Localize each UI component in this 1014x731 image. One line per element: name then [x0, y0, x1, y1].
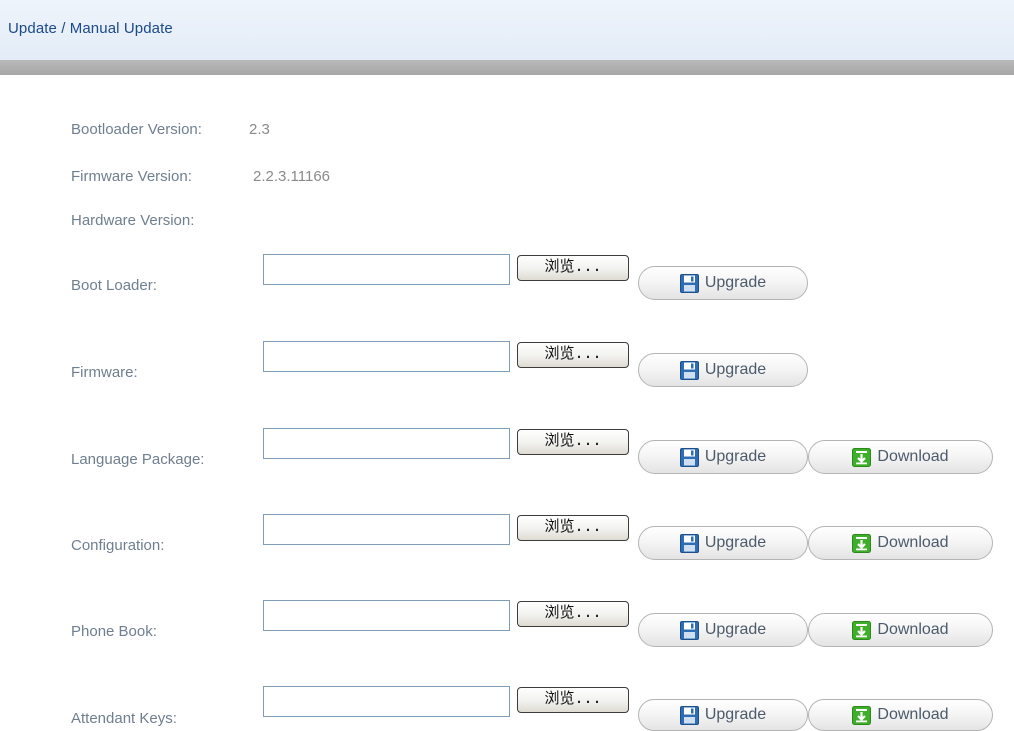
boot-loader-file-field[interactable] [263, 254, 510, 285]
configuration-browse-button[interactable]: 浏览... [517, 515, 629, 541]
page-header: Update / Manual Update [0, 0, 1014, 60]
download-label: Download [877, 621, 949, 638]
configuration-upgrade-button[interactable]: Upgrade [638, 526, 808, 560]
phone-book-browse-button[interactable]: 浏览... [517, 601, 629, 627]
upgrade-label: Upgrade [704, 706, 767, 723]
firmware-version-label: Firmware Version: [71, 168, 192, 185]
floppy-disk-icon [679, 705, 699, 725]
attendant-keys-file-field[interactable] [263, 686, 510, 717]
attendant-keys-upgrade-button[interactable]: Upgrade [638, 699, 808, 731]
floppy-disk-icon [679, 447, 699, 467]
attendant-keys-browse-button[interactable]: 浏览... [517, 687, 629, 713]
firmware-version-value: 2.2.3.11166 [253, 168, 331, 185]
bootloader-version-value: 2.3 [249, 121, 270, 138]
floppy-disk-icon [679, 620, 699, 640]
floppy-disk-icon [679, 360, 699, 380]
floppy-disk-icon [679, 533, 699, 553]
upgrade-label: Upgrade [704, 534, 767, 551]
upgrade-label: Upgrade [704, 361, 767, 378]
row-label: Configuration: [71, 537, 165, 554]
phone-book-upgrade-button[interactable]: Upgrade [638, 613, 808, 647]
row-label: Language Package: [71, 451, 205, 468]
bootloader-version-label: Bootloader Version: [71, 121, 202, 138]
row-label: Firmware: [71, 364, 138, 381]
configuration-download-button[interactable]: Download [808, 526, 993, 560]
download-label: Download [877, 448, 949, 465]
row-label: Phone Book: [71, 623, 157, 640]
phone-book-download-button[interactable]: Download [808, 613, 993, 647]
download-arrow-icon [852, 705, 872, 725]
hardware-version-label: Hardware Version: [71, 212, 195, 229]
phone-book-file-field[interactable] [263, 600, 510, 631]
download-arrow-icon [852, 620, 872, 640]
download-arrow-icon [852, 533, 872, 553]
page-title: Update / Manual Update [8, 20, 173, 37]
download-label: Download [877, 534, 949, 551]
language-package-file-field[interactable] [263, 428, 510, 459]
firmware-upgrade-button[interactable]: Upgrade [638, 353, 808, 387]
upgrade-label: Upgrade [704, 448, 767, 465]
upgrade-label: Upgrade [704, 274, 767, 291]
language-package-upgrade-button[interactable]: Upgrade [638, 440, 808, 474]
language-package-download-button[interactable]: Download [808, 440, 993, 474]
download-label: Download [877, 706, 949, 723]
boot-loader-upgrade-button[interactable]: Upgrade [638, 266, 808, 300]
header-divider-bar [0, 60, 1014, 75]
configuration-file-field[interactable] [263, 514, 510, 545]
firmware-file-field[interactable] [263, 341, 510, 372]
firmware-browse-button[interactable]: 浏览... [517, 342, 629, 368]
download-arrow-icon [852, 447, 872, 467]
boot-loader-browse-button[interactable]: 浏览... [517, 255, 629, 281]
floppy-disk-icon [679, 273, 699, 293]
row-label: Attendant Keys: [71, 710, 177, 727]
manual-update-page: Update / Manual Update Bootloader Versio… [0, 0, 1014, 731]
language-package-browse-button[interactable]: 浏览... [517, 429, 629, 455]
upgrade-label: Upgrade [704, 621, 767, 638]
attendant-keys-download-button[interactable]: Download [808, 699, 993, 731]
row-label: Boot Loader: [71, 277, 157, 294]
